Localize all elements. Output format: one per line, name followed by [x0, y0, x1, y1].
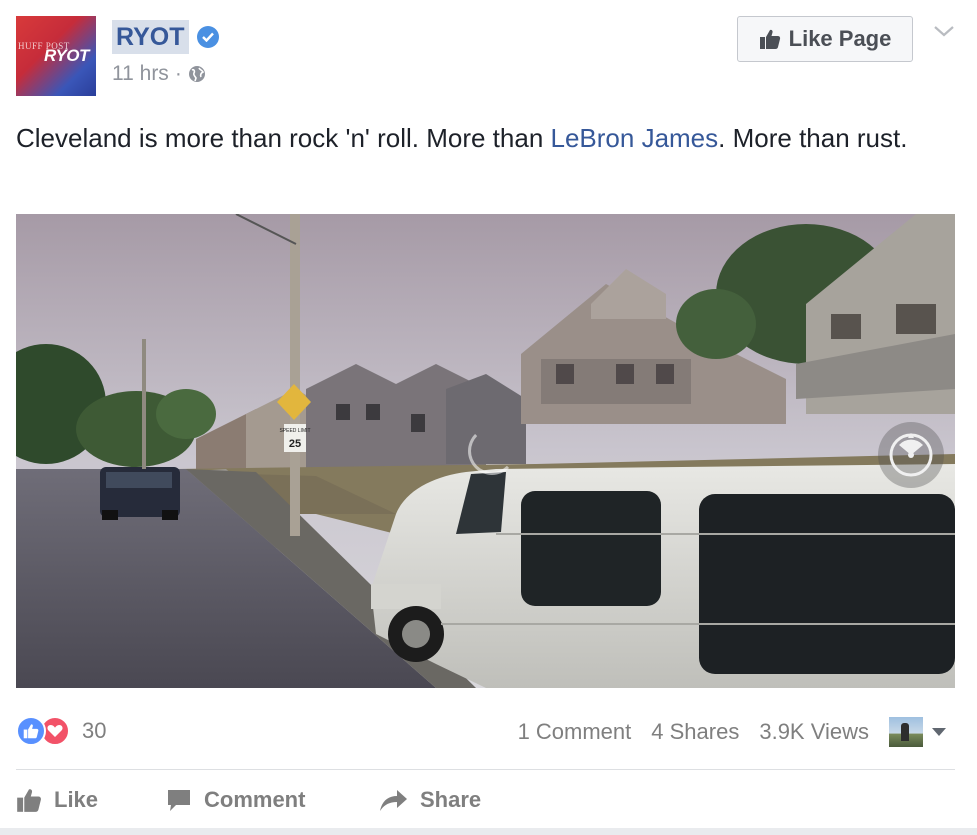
page-avatar[interactable]: HUFF POST RYOT	[16, 16, 96, 96]
viewer-figure	[901, 723, 909, 741]
feed-separator	[0, 828, 977, 835]
like-label: Like	[54, 787, 99, 812]
like-button[interactable]: Like	[16, 787, 166, 813]
shares-count-link[interactable]: 4 Shares	[651, 719, 739, 745]
views-count[interactable]: 3.9K Views	[759, 719, 869, 745]
caret-down-icon[interactable]	[931, 727, 947, 737]
page-name-link[interactable]: RYOT	[112, 20, 189, 54]
speed-sign-label: SPEED LIMIT	[279, 428, 310, 434]
reaction-summary[interactable]: 30	[16, 716, 106, 746]
like-reaction-icon	[16, 716, 46, 746]
share-arrow-icon	[380, 790, 407, 811]
thumbs-up-icon	[759, 29, 780, 49]
action-divider	[16, 769, 955, 770]
video-player-360[interactable]: SPEED LIMIT 25	[16, 214, 955, 688]
verified-badge-icon	[196, 26, 219, 48]
like-page-label: Like Page	[788, 26, 892, 51]
chevron-down-icon[interactable]	[932, 22, 956, 40]
avatar-logo-text: RYOT	[44, 46, 89, 65]
page-name-row: RYOT	[112, 20, 219, 54]
comments-count-link[interactable]: 1 Comment	[518, 719, 632, 745]
video-post: HUFF POST RYOT RYOT 11 hrs · Like Page C…	[0, 0, 977, 835]
post-text-part: Cleveland is more than rock 'n' roll. Mo…	[16, 123, 551, 153]
comment-label: Comment	[204, 787, 306, 812]
post-text-part: . More than rust.	[718, 123, 908, 153]
post-timestamp[interactable]: 11 hrs	[112, 62, 169, 86]
compass-360-icon[interactable]	[878, 422, 944, 488]
globe-icon	[188, 66, 205, 82]
like-page-button[interactable]: Like Page	[737, 16, 913, 62]
share-label: Share	[420, 787, 482, 812]
reaction-count: 30	[82, 718, 107, 743]
engagement-stats: 1 Comment 4 Shares 3.9K Views	[518, 716, 947, 748]
post-meta: 11 hrs ·	[112, 62, 206, 86]
post-actions: Like Comment Share	[16, 782, 481, 818]
meta-separator: ·	[174, 62, 182, 85]
thumbs-up-icon	[17, 789, 41, 812]
viewer-avatar[interactable]	[889, 717, 923, 747]
compass-dial	[889, 433, 933, 477]
comment-bubble-icon	[168, 790, 190, 811]
speed-sign-value: 25	[289, 438, 301, 450]
drag-indicator-icon	[468, 427, 516, 475]
share-button[interactable]: Share	[378, 787, 481, 813]
post-message: Cleveland is more than rock 'n' roll. Mo…	[16, 118, 956, 158]
comment-button[interactable]: Comment	[166, 787, 378, 813]
lebron-james-link[interactable]: LeBron James	[551, 123, 719, 153]
